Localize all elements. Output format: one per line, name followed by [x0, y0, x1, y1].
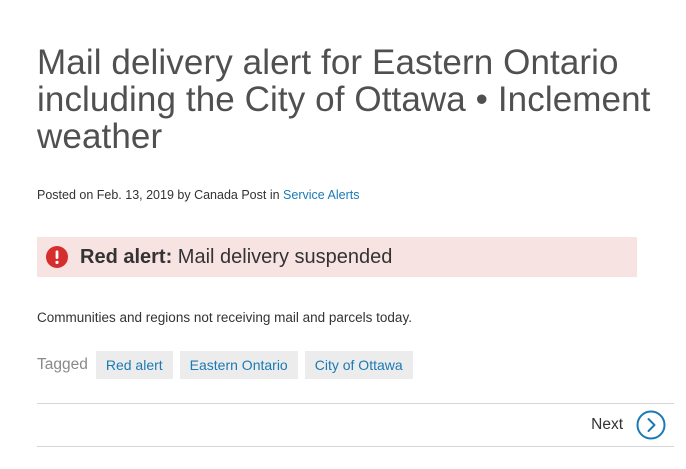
- post-meta: Posted on Feb. 13, 2019 by Canada Post i…: [37, 188, 359, 202]
- exclamation-circle-icon: [46, 246, 68, 268]
- post-date: Feb. 13, 2019: [96, 188, 174, 202]
- tag-eastern-ontario[interactable]: Eastern Ontario: [179, 351, 298, 379]
- in-text: in: [266, 188, 284, 202]
- alert-label: Red alert:: [80, 245, 173, 268]
- posted-prefix: Posted on: [37, 188, 97, 202]
- alert-message: Mail delivery suspended: [172, 245, 393, 268]
- category-link[interactable]: Service Alerts: [283, 188, 359, 202]
- divider: [37, 403, 674, 404]
- tags-label: Tagged: [37, 356, 88, 373]
- by-text: by: [173, 188, 195, 202]
- next-label: Next: [591, 416, 623, 433]
- tag-city-of-ottawa[interactable]: City of Ottawa: [304, 351, 413, 379]
- alert-banner: Red alert: Mail delivery suspended: [37, 237, 637, 277]
- alert-text: Red alert: Mail delivery suspended: [80, 246, 392, 269]
- page-title: Mail delivery alert for Eastern Ontario …: [37, 43, 651, 156]
- divider: [37, 446, 674, 447]
- tag-red-alert[interactable]: Red alert: [95, 351, 173, 379]
- next-post-link[interactable]: Next: [591, 409, 666, 441]
- article-body: Communities and regions not receiving ma…: [37, 310, 412, 325]
- post-author: Canada Post: [194, 188, 267, 202]
- chevron-right-circle-icon[interactable]: [636, 410, 666, 440]
- tags-row: Tagged Red alert Eastern Ontario City of…: [37, 351, 420, 379]
